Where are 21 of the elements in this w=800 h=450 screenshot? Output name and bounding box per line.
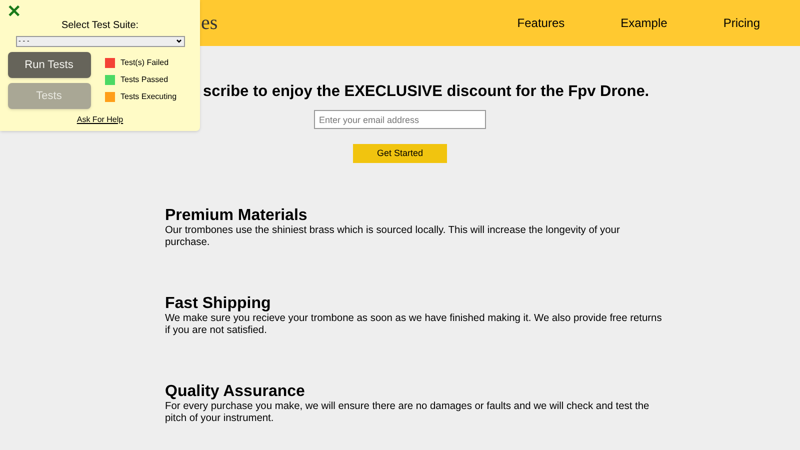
nav-link[interactable]: Pricing (723, 14, 760, 32)
suite-label: Select Test Suite: (61, 19, 139, 33)
feature-description: For every purchase you make, we will ensure there are no damages or faults and we will check and test the pitch of your instrument. (165, 401, 650, 426)
feature-description: Our trombones use the shiniest brass which is sourced locally. This will increase the longevity of your purchase. (165, 225, 621, 250)
feature-title: Fast Shipping (165, 295, 272, 314)
test-button[interactable]: Run Tests (8, 52, 90, 78)
chevron-down-icon (176, 38, 182, 44)
hero-heading: scribe to enjoy the EXECLUSIVE discount for the Fpv Drone. (203, 82, 650, 102)
legend-label: Test(s) Failed (120, 57, 169, 69)
feature-title: Quality Assurance (165, 383, 306, 402)
feature-description: We make sure you recieve your trombone as soon as we have finished making it. We also provide free returns if you are not satisfied. (165, 313, 663, 338)
nav-link[interactable]: Features (517, 14, 565, 32)
nav-link[interactable]: Example (620, 14, 668, 32)
get-started-button[interactable]: Get Started (353, 144, 447, 164)
legend-label: Tests Passed (120, 74, 168, 86)
help-link[interactable]: Ask For Help (76, 114, 124, 126)
feature-title: Premium Materials (165, 207, 308, 226)
legend-label: Tests Executing (120, 91, 177, 103)
logo-text: es (201, 11, 218, 36)
close-button[interactable]: ✕ (7, 3, 21, 20)
email-field[interactable]: Enter your email address (314, 110, 486, 130)
